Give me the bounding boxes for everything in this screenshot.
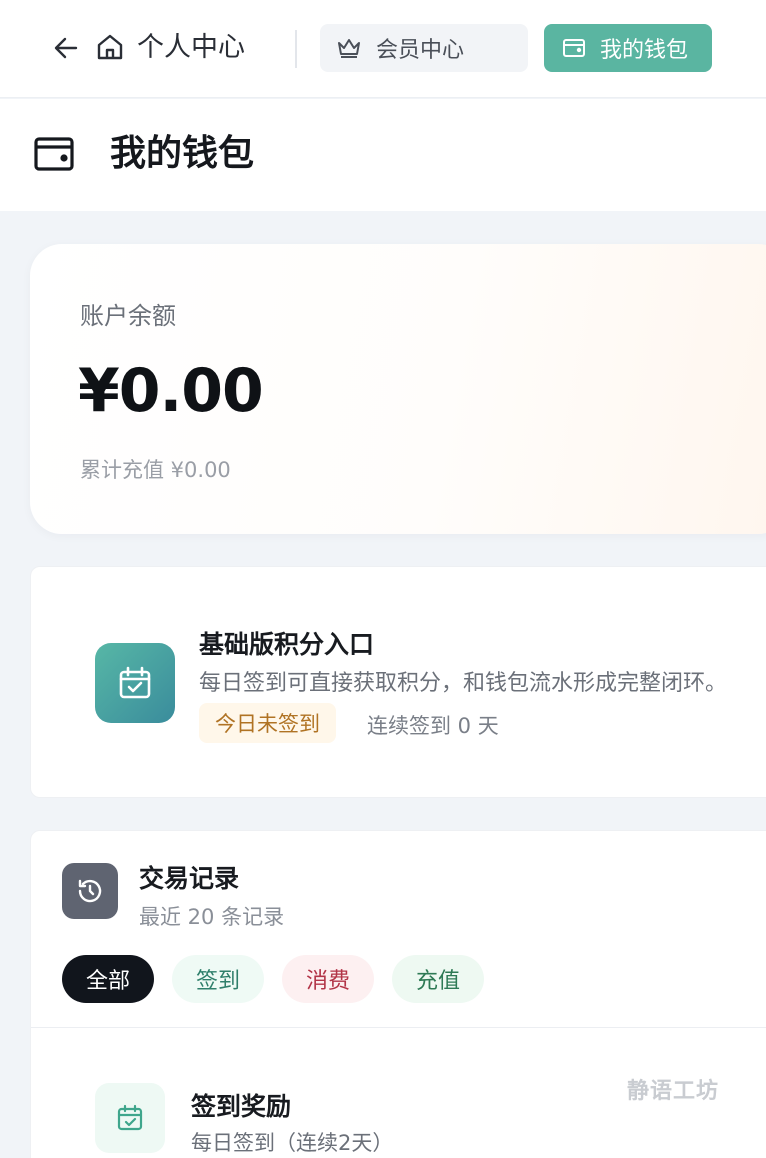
- home-icon[interactable]: [95, 32, 125, 62]
- balance-amount: ¥0.00: [78, 356, 264, 426]
- transactions-title: 交易记录: [139, 864, 240, 893]
- checkin-status-badge[interactable]: 今日未签到: [199, 703, 336, 743]
- tab-member-label: 会员中心: [376, 38, 465, 63]
- nav-divider: [295, 30, 297, 68]
- balance-label: 账户余额: [80, 302, 176, 330]
- filter-checkin[interactable]: 签到: [172, 955, 265, 1003]
- wallet-icon: [34, 137, 74, 171]
- checkin-streak: 连续签到 0 天: [367, 714, 499, 738]
- calendar-check-icon: [119, 666, 151, 699]
- checkin-desc: 每日签到可直接获取积分，和钱包流水形成完整闭环。: [199, 671, 728, 696]
- balance-card: 账户余额 ¥0.00 累计充值 ¥0.00: [30, 244, 766, 534]
- page-header: 我的钱包: [0, 99, 766, 211]
- tab-my-wallet[interactable]: 我的钱包: [544, 24, 712, 72]
- transaction-title: 签到奖励: [191, 1092, 292, 1121]
- filter-topup[interactable]: 充值: [392, 955, 485, 1003]
- nav-title[interactable]: 个人中心: [137, 30, 245, 66]
- page-title: 我的钱包: [110, 133, 255, 174]
- filter-spend[interactable]: 消费: [282, 955, 375, 1003]
- tab-wallet-label: 我的钱包: [600, 38, 689, 63]
- checkin-icon-tile: [95, 643, 175, 723]
- total-recharge: 累计充值 ¥0.00: [80, 458, 231, 482]
- crown-icon: [338, 39, 360, 58]
- tab-member-center[interactable]: 会员中心: [320, 24, 528, 72]
- transactions-subtitle: 最近 20 条记录: [139, 905, 285, 929]
- calendar-check-icon: [117, 1104, 143, 1131]
- wallet-icon: [563, 39, 585, 57]
- watermark: 静语工坊: [627, 1079, 720, 1104]
- transactions-card: 交易记录 最近 20 条记录 全部 签到 消费 充值 签到奖励 每日签到（连续2…: [30, 830, 766, 1158]
- checkin-title: 基础版积分入口: [199, 630, 375, 659]
- filter-all[interactable]: 全部: [62, 955, 155, 1003]
- history-icon: [78, 879, 102, 903]
- transaction-desc: 每日签到（连续2天）: [191, 1131, 394, 1155]
- back-arrow-icon[interactable]: [52, 34, 80, 62]
- history-icon-tile: [62, 863, 118, 919]
- filter-chips: 全部 签到 消费 充值: [62, 955, 485, 1003]
- divider: [31, 1027, 766, 1028]
- top-nav: 个人中心 会员中心 我的钱包: [0, 0, 766, 98]
- checkin-card[interactable]: 基础版积分入口 每日签到可直接获取积分，和钱包流水形成完整闭环。 今日未签到 连…: [30, 566, 766, 798]
- transaction-icon-tile: [95, 1083, 165, 1153]
